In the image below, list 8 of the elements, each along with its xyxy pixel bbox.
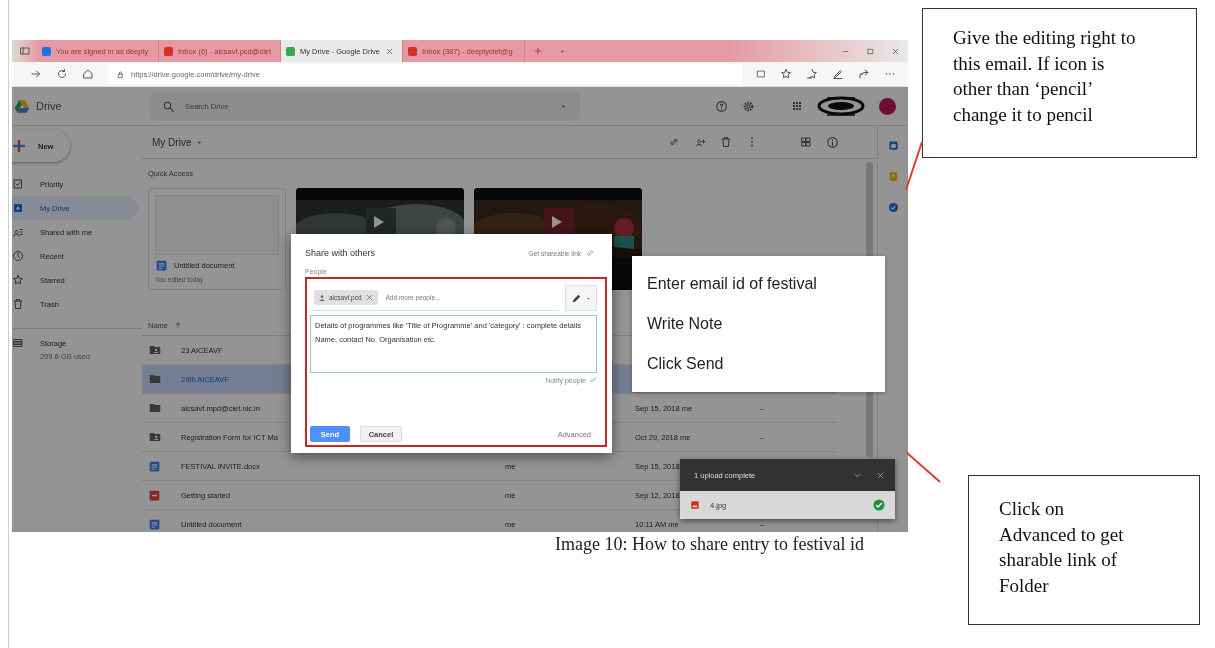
annotation-note: Click on Advanced to get sharable link of Folder bbox=[968, 475, 1200, 625]
instruction-text: Enter email id of festival bbox=[647, 275, 818, 293]
dialog-title: Share with others bbox=[305, 248, 376, 258]
instruction-text: Click Send bbox=[647, 355, 725, 373]
annotation-note: Give the editing right to this email. If icon is other than ‘pencil’ change it to pencil bbox=[922, 8, 1197, 158]
instruction-text: Write Note bbox=[647, 315, 724, 333]
app-name: Drive bbox=[36, 100, 62, 112]
figure-caption: Image 10: How to share entry to festival id bbox=[555, 534, 865, 556]
